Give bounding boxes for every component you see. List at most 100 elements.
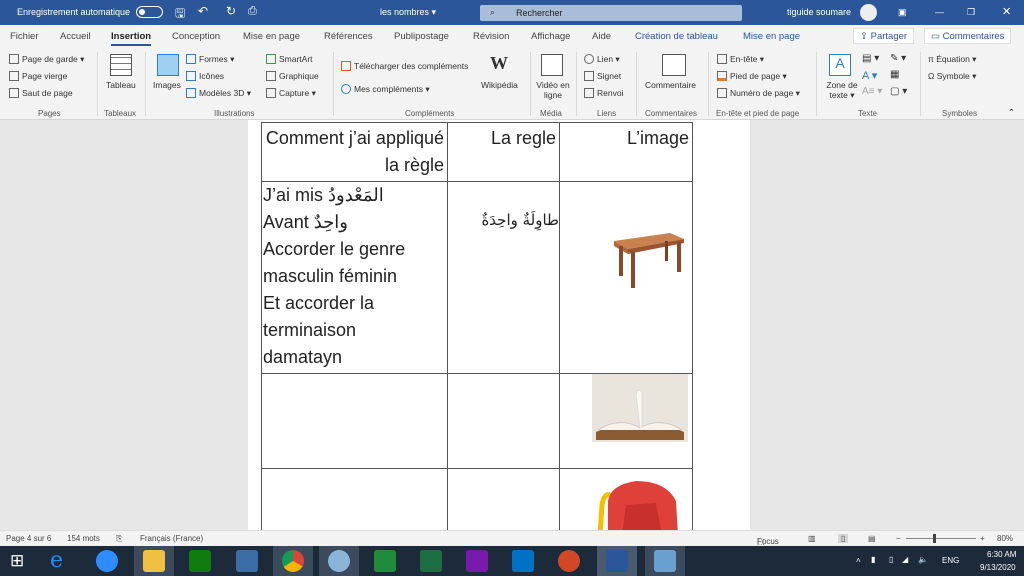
redo-icon[interactable]: ↻ [226, 4, 236, 18]
edge-icon[interactable]: e [50, 548, 63, 573]
zoom-slider[interactable] [906, 538, 976, 539]
tray-chevron-icon[interactable]: ˄ [856, 556, 861, 565]
wordart-icon[interactable]: A ▾ [862, 69, 877, 82]
word-icon[interactable] [606, 550, 628, 572]
en-tete-button[interactable]: En-tête ▾ [717, 54, 764, 65]
smartart-button[interactable]: SmartArt [266, 54, 313, 64]
modeles-3d-button[interactable]: Modèles 3D ▾ [186, 88, 251, 99]
mes-complements-button[interactable]: Mes compléments ▾ [341, 84, 430, 95]
computer-icon[interactable] [236, 550, 258, 572]
tab-references[interactable]: Références [324, 31, 373, 42]
header-cell-rule[interactable]: La regle [447, 122, 560, 182]
signet-button[interactable]: Signet [584, 71, 621, 81]
volume-icon[interactable]: 🔈 [918, 555, 928, 564]
paint-icon[interactable] [328, 550, 350, 572]
read-mode-icon[interactable]: ▥ [808, 534, 816, 543]
clock-time[interactable]: 6:30 AM [987, 550, 1016, 559]
wikipedia-button[interactable]: Wikipédia [481, 80, 518, 90]
how-cell[interactable]: J’ai mis المَعْدودُ Avant واحِدٌ Accorde… [261, 181, 448, 374]
rule-cell[interactable]: طاوِلَةٌ واحِدَةٌ [447, 181, 560, 374]
object-icon[interactable]: ▢ ▾ [890, 86, 907, 97]
how-cell[interactable] [261, 468, 448, 539]
tab-insertion[interactable]: Insertion [111, 31, 152, 46]
close-icon[interactable]: ✕ [1002, 5, 1011, 18]
renvoi-button[interactable]: Renvoi [584, 88, 623, 98]
numero-de-page-button[interactable]: Numéro de page ▾ [717, 88, 800, 99]
pied-de-page-button[interactable]: Pied de page ▾ [717, 71, 787, 82]
graphique-button[interactable]: Graphique [266, 71, 319, 81]
undo-icon[interactable]: ↶ [198, 4, 208, 18]
print-icon[interactable]: ⎙ [248, 5, 257, 18]
phone-icon[interactable]: ▯ [889, 555, 893, 564]
word-count[interactable]: 154 mots [67, 534, 100, 543]
comments-button[interactable]: ▭ Commentaires [924, 28, 1012, 44]
tableau-button[interactable]: Tableau [106, 80, 136, 90]
print-layout-icon[interactable]: ▯ [838, 534, 849, 543]
symbole-button[interactable]: Ω Symbole ▾ [928, 71, 976, 82]
rule-cell[interactable] [447, 468, 560, 539]
excel-icon[interactable] [420, 550, 442, 572]
proofing-icon[interactable]: ⎘ [116, 534, 122, 544]
onenote-icon[interactable] [466, 550, 488, 572]
web-layout-icon[interactable]: ▤ [868, 534, 876, 543]
tab-affichage[interactable]: Affichage [531, 31, 570, 42]
page-de-garde-button[interactable]: Page de garde ▾ [9, 54, 84, 65]
tab-mise-en-page-tableau[interactable]: Mise en page [743, 31, 800, 42]
zoom-in-button[interactable]: + [980, 534, 985, 543]
page-vierge-button[interactable]: Page vierge [9, 71, 67, 81]
chrome-icon[interactable] [282, 550, 304, 572]
image-cell[interactable] [559, 181, 693, 374]
zoom-app-icon[interactable] [96, 550, 118, 572]
zone-de-texte-button[interactable]: Zone de texte ▾ [823, 80, 861, 101]
calculator-icon[interactable] [374, 550, 396, 572]
avatar[interactable] [860, 4, 877, 21]
language[interactable]: Français (France) [140, 534, 203, 543]
icones-button[interactable]: Icônes [186, 71, 224, 81]
commentaire-button[interactable]: Commentaire [645, 80, 696, 90]
zoom-out-button[interactable]: − [896, 534, 901, 543]
capture-button[interactable]: Capture ▾ [266, 88, 316, 99]
header-cell-image[interactable]: L’image [559, 122, 693, 182]
video-en-ligne-button[interactable]: Vidéo en ligne [536, 80, 570, 100]
battery-icon[interactable]: ▮ [871, 555, 875, 564]
rule-cell[interactable] [447, 373, 560, 469]
lien-button[interactable]: Lien ▾ [584, 54, 620, 65]
tab-creation-tableau[interactable]: Création de tableau [635, 31, 718, 42]
tab-revision[interactable]: Révision [473, 31, 509, 42]
how-cell[interactable] [261, 373, 448, 469]
tab-mise-en-page[interactable]: Mise en page [243, 31, 300, 42]
date-time-icon[interactable]: ▦ [890, 69, 899, 80]
drop-cap-icon[interactable]: A≡ ▾ [862, 86, 882, 97]
windows-start-icon[interactable]: ⊞ [10, 551, 24, 571]
telecharger-complements-button[interactable]: Télécharger des compléments [341, 61, 468, 71]
formes-button[interactable]: Formes ▾ [186, 54, 234, 65]
images-button[interactable]: Images [153, 80, 181, 90]
search-input[interactable]: ⌕ Rechercher [480, 5, 742, 21]
collapse-ribbon-icon[interactable]: ⌃ [1008, 107, 1015, 118]
input-language[interactable]: ENG [942, 556, 959, 565]
outlook-icon[interactable] [512, 550, 534, 572]
store-icon[interactable] [189, 550, 211, 572]
clock-date[interactable]: 9/13/2020 [980, 563, 1016, 572]
autosave-toggle[interactable] [136, 6, 163, 18]
page-count[interactable]: Page 4 sur 6 [6, 534, 51, 543]
tab-conception[interactable]: Conception [172, 31, 220, 42]
tab-fichier[interactable]: Fichier [10, 31, 39, 42]
control-panel-icon[interactable] [654, 550, 676, 572]
header-cell-how[interactable]: Comment j’ai appliqué la règle [261, 122, 448, 182]
network-icon[interactable]: ◢ [902, 555, 908, 564]
saut-de-page-button[interactable]: Saut de page [9, 88, 73, 98]
quick-parts-icon[interactable]: ▤ ▾ [862, 53, 879, 64]
signature-icon[interactable]: ✎ ▾ [890, 53, 906, 64]
tab-aide[interactable]: Aide [592, 31, 611, 42]
tab-publipostage[interactable]: Publipostage [394, 31, 449, 42]
image-cell[interactable] [559, 373, 693, 469]
file-explorer-icon[interactable] [143, 550, 165, 572]
ribbon-display-icon[interactable]: ▣ [898, 7, 907, 18]
save-icon[interactable]: 🖫 [175, 4, 185, 25]
restore-icon[interactable]: ❐ [967, 7, 975, 18]
image-cell[interactable] [559, 468, 693, 539]
document-title[interactable]: les nombres ▾ [380, 7, 436, 18]
powerpoint-icon[interactable] [558, 550, 580, 572]
zoom-slider-thumb[interactable] [933, 534, 936, 543]
